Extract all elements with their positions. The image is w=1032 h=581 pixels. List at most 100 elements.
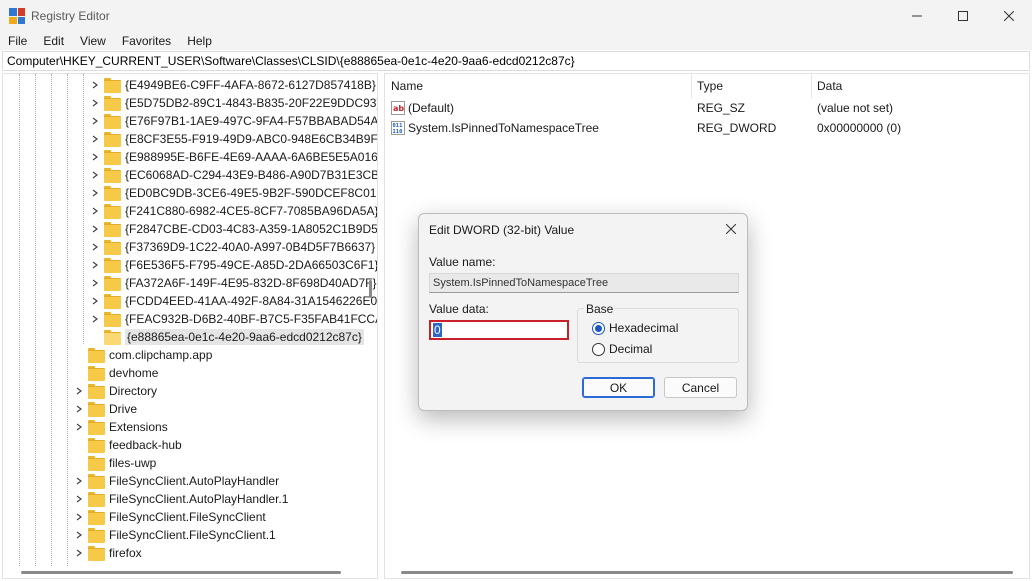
chevron-right-icon[interactable] [89, 256, 101, 274]
tree-item[interactable]: {F2847CBE-CD03-4C83-A359-1A8052C1B9D5} [89, 220, 377, 238]
tree-item-label: {E5D75DB2-89C1-4843-B835-20F22E9DDC93} [125, 96, 378, 110]
menu-edit[interactable]: Edit [35, 34, 72, 48]
address-bar[interactable]: Computer\HKEY_CURRENT_USER\Software\Clas… [2, 51, 1030, 71]
tree-item[interactable]: FileSyncClient.FileSyncClient [73, 508, 266, 526]
maximize-button[interactable] [940, 0, 986, 32]
chevron-right-icon[interactable] [73, 508, 85, 526]
menu-view[interactable]: View [72, 34, 114, 48]
dialog-close-button[interactable] [723, 221, 739, 237]
tree-item[interactable]: com.clipchamp.app [73, 346, 212, 364]
tree-item[interactable]: {E4949BE6-C9FF-4AFA-8672-6127D857418B} [89, 76, 376, 94]
column-header-type[interactable]: Type [691, 74, 811, 98]
value-name-label: Value name: [429, 255, 496, 269]
tree-item-label: feedback-hub [109, 438, 182, 452]
tree-hscroll-thumb[interactable] [21, 571, 341, 574]
chevron-right-icon[interactable] [89, 184, 101, 202]
chevron-right-icon[interactable] [73, 544, 85, 562]
tree-item[interactable]: FileSyncClient.FileSyncClient.1 [73, 526, 276, 544]
close-button[interactable] [986, 0, 1032, 32]
tree-item-label: {e88865ea-0e1c-4e20-9aa6-edcd0212c87c} [125, 329, 364, 345]
window-title: Registry Editor [31, 9, 110, 23]
chevron-right-icon[interactable] [73, 382, 85, 400]
folder-icon [88, 510, 105, 525]
tree-item[interactable]: {E988995E-B6FE-4E69-AAAA-6A6BE5E5A016} [89, 148, 377, 166]
tree-item[interactable]: {F6E536F5-F795-49CE-A85D-2DA66503C6F1} [89, 256, 377, 274]
chevron-right-icon[interactable] [89, 292, 101, 310]
tree-item[interactable]: Drive [73, 400, 137, 418]
chevron-right-icon[interactable] [73, 526, 85, 544]
chevron-right-icon[interactable] [73, 472, 85, 490]
folder-icon [88, 528, 105, 543]
tree-item[interactable]: FileSyncClient.AutoPlayHandler.1 [73, 490, 288, 508]
folder-icon [104, 78, 121, 93]
tree-item[interactable]: {ED0BC9DB-3CE6-49E5-9B2F-590DCEF8C016} [89, 184, 377, 202]
tree-item-label: files-uwp [109, 456, 157, 470]
tree-item-selected[interactable]: {e88865ea-0e1c-4e20-9aa6-edcd0212c87c} [89, 328, 364, 346]
menu-favorites[interactable]: Favorites [114, 34, 179, 48]
chevron-right-icon[interactable] [89, 76, 101, 94]
tree-scroll-thumb[interactable] [369, 280, 372, 298]
value-row[interactable]: 011 110 System.IsPinnedToNamespaceTree RE… [385, 118, 1025, 138]
list-hscroll-thumb[interactable] [401, 571, 1013, 574]
list-horizontal-scrollbar[interactable] [385, 568, 1029, 578]
tree-item[interactable]: {FCDD4EED-41AA-492F-8A84-31A1546226E0} [89, 292, 377, 310]
hexadecimal-label: Hexadecimal [609, 321, 679, 335]
minimize-button[interactable] [894, 0, 940, 32]
tree-item[interactable]: {FEAC932B-D6B2-40BF-B7C5-F35FAB41FCCA [89, 310, 377, 328]
chevron-right-icon[interactable] [73, 418, 85, 436]
tree-vertical-scrollbar[interactable] [365, 74, 377, 566]
chevron-right-icon[interactable] [89, 148, 101, 166]
close-icon [726, 224, 736, 234]
menu-help[interactable]: Help [179, 34, 220, 48]
tree-guide-line [19, 74, 20, 566]
menu-file[interactable]: File [0, 34, 35, 48]
chevron-right-icon[interactable] [89, 94, 101, 112]
tree-item[interactable]: Extensions [73, 418, 168, 436]
folder-icon [88, 402, 105, 417]
folder-icon [104, 276, 121, 291]
chevron-right-icon[interactable] [89, 166, 101, 184]
tree-item-label: {F37369D9-1C22-40A0-A997-0B4D5F7B6637} [125, 240, 376, 254]
value-name-field: System.IsPinnedToNamespaceTree [429, 273, 739, 293]
tree-guide-line [35, 74, 36, 566]
binary-value-icon: 011 110 [391, 121, 405, 135]
chevron-right-icon[interactable] [89, 238, 101, 256]
column-header-data[interactable]: Data [811, 74, 1021, 98]
tree-item[interactable]: {F241C880-6982-4CE5-8CF7-7085BA96DA5A} [89, 202, 377, 220]
ok-button[interactable]: OK [582, 377, 655, 398]
tree-item[interactable]: {E5D75DB2-89C1-4843-B835-20F22E9DDC93} [89, 94, 378, 112]
chevron-right-icon[interactable] [89, 220, 101, 238]
tree-item[interactable]: {E8CF3E55-F919-49D9-ABC0-948E6CB34B9F} [89, 130, 377, 148]
folder-icon [88, 492, 105, 507]
tree-item[interactable]: {FA372A6F-149F-4E95-832D-8F698D40AD7F} [89, 274, 376, 292]
chevron-right-icon[interactable] [89, 202, 101, 220]
chevron-right-icon[interactable] [89, 274, 101, 292]
value-row[interactable]: ab (Default) REG_SZ (value not set) [385, 98, 1025, 118]
chevron-right-icon[interactable] [89, 112, 101, 130]
hexadecimal-radio[interactable]: Hexadecimal [592, 320, 678, 336]
tree-item[interactable]: Directory [73, 382, 157, 400]
chevron-right-icon[interactable] [73, 400, 85, 418]
chevron-right-icon[interactable] [73, 490, 85, 508]
chevron-right-icon[interactable] [89, 130, 101, 148]
tree-item[interactable]: {E76F97B1-1AE9-497C-9FA4-F57BBABAD54A} [89, 112, 378, 130]
tree-item[interactable]: feedback-hub [73, 436, 182, 454]
tree-horizontal-scrollbar[interactable] [3, 568, 365, 578]
column-header-name[interactable]: Name [385, 74, 691, 98]
value-data-input[interactable]: 0 [429, 320, 569, 340]
svg-text:110: 110 [393, 129, 403, 135]
tree-item-label: Directory [109, 384, 158, 398]
radio-unchecked-icon [592, 342, 605, 356]
tree-item-label: {E76F97B1-1AE9-497C-9FA4-F57BBABAD54A} [125, 114, 378, 128]
decimal-radio[interactable]: Decimal [592, 341, 652, 357]
tree-item[interactable]: {F37369D9-1C22-40A0-A997-0B4D5F7B6637} [89, 238, 375, 256]
tree-item[interactable]: FileSyncClient.AutoPlayHandler [73, 472, 279, 490]
tree-item[interactable]: {EC6068AD-C294-43E9-B486-A90D7B31E3CB} [89, 166, 377, 184]
chevron-right-icon[interactable] [89, 310, 101, 328]
tree-item[interactable]: firefox [73, 544, 142, 562]
tree-item[interactable]: devhome [73, 364, 158, 382]
key-tree-pane[interactable]: {E4949BE6-C9FF-4AFA-8672-6127D857418B} {E… [2, 73, 378, 579]
tree-item[interactable]: files-uwp [73, 454, 156, 472]
cancel-button[interactable]: Cancel [664, 377, 737, 398]
